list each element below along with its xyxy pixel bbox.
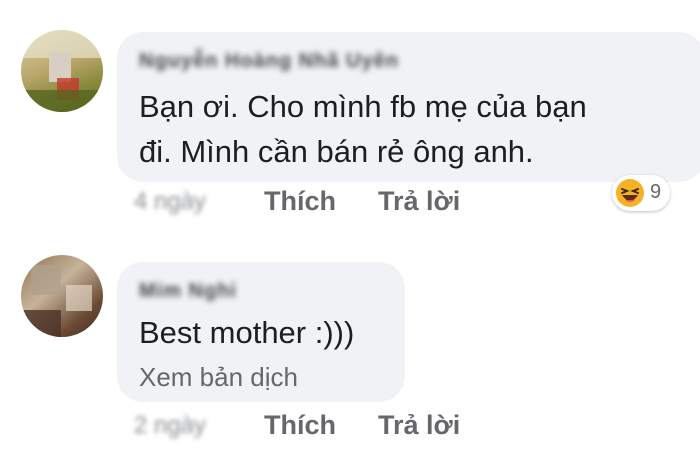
comment-timestamp[interactable]: 2 ngày [134, 412, 206, 440]
reply-button[interactable]: Trả lời [378, 410, 460, 441]
reaction-summary[interactable]: 9 [612, 175, 670, 211]
reply-button[interactable]: Trả lời [378, 186, 460, 217]
like-button[interactable]: Thích [264, 186, 336, 217]
commenter-name[interactable]: Mim Nghi [139, 280, 237, 303]
haha-emoji-icon [616, 179, 644, 207]
like-button[interactable]: Thích [264, 410, 336, 441]
comment-text: Best mother :))) [139, 315, 355, 350]
comment-text-line: Bạn ơi. Cho mình fb mẹ của bạn [139, 89, 587, 124]
comment-bubble: Nguyễn Hoàng Nhã Uyên Bạn ơi. Cho mình f… [117, 32, 700, 182]
commenter-avatar[interactable] [21, 30, 103, 112]
see-translation-link[interactable]: Xem bản dịch [139, 362, 298, 393]
comment-text: Bạn ơi. Cho mình fb mẹ của bạn đi. Mình … [139, 84, 587, 174]
commenter-avatar[interactable] [21, 255, 103, 337]
comment-text-line: đi. Mình cần bán rẻ ông anh. [139, 134, 534, 169]
reaction-count: 9 [650, 181, 662, 203]
comment-timestamp[interactable]: 4 ngày [134, 188, 206, 216]
commenter-name[interactable]: Nguyễn Hoàng Nhã Uyên [139, 50, 399, 73]
comment-bubble: Mim Nghi Best mother :))) Xem bản dịch [117, 262, 405, 402]
